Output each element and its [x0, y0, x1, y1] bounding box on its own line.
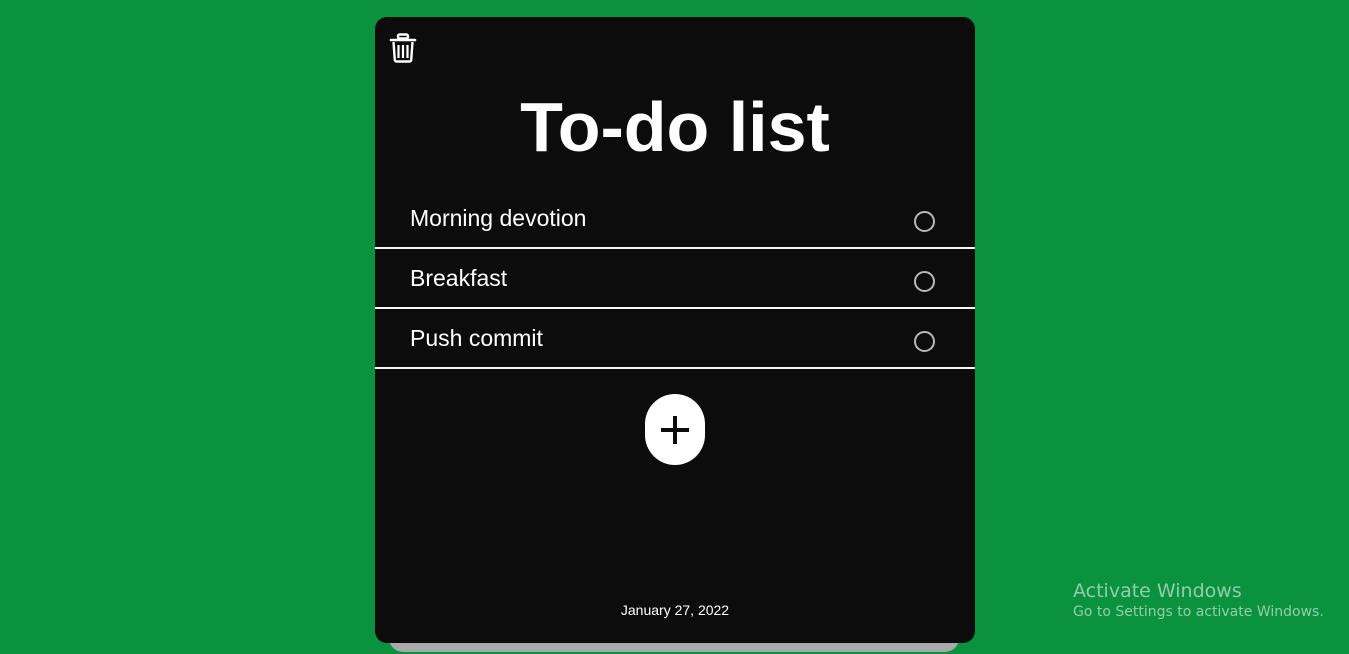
watermark-title: Activate Windows — [1073, 580, 1242, 602]
task-label: Morning devotion — [410, 205, 587, 231]
date-label: January 27, 2022 — [620, 602, 730, 618]
todo-card: To-do list Morning devotion Breakfast Pu… — [375, 17, 975, 643]
list-item: Morning devotion — [375, 189, 975, 249]
task-label: Push commit — [410, 325, 543, 351]
page-title: To-do list — [520, 88, 830, 166]
activate-windows-watermark: Activate Windows Go to Settings to activ… — [1073, 580, 1324, 622]
task-list: Morning devotion Breakfast Push commit — [375, 189, 975, 369]
task-checkbox[interactable] — [914, 211, 935, 232]
watermark-subtitle: Go to Settings to activate Windows. — [1073, 604, 1324, 620]
plus-icon — [661, 415, 689, 444]
task-checkbox[interactable] — [914, 331, 935, 352]
add-task-button[interactable] — [645, 394, 705, 465]
list-item: Breakfast — [375, 249, 975, 309]
list-item: Push commit — [375, 309, 975, 369]
task-label: Breakfast — [410, 265, 508, 291]
task-checkbox[interactable] — [914, 271, 935, 292]
trash-icon[interactable] — [389, 33, 417, 63]
